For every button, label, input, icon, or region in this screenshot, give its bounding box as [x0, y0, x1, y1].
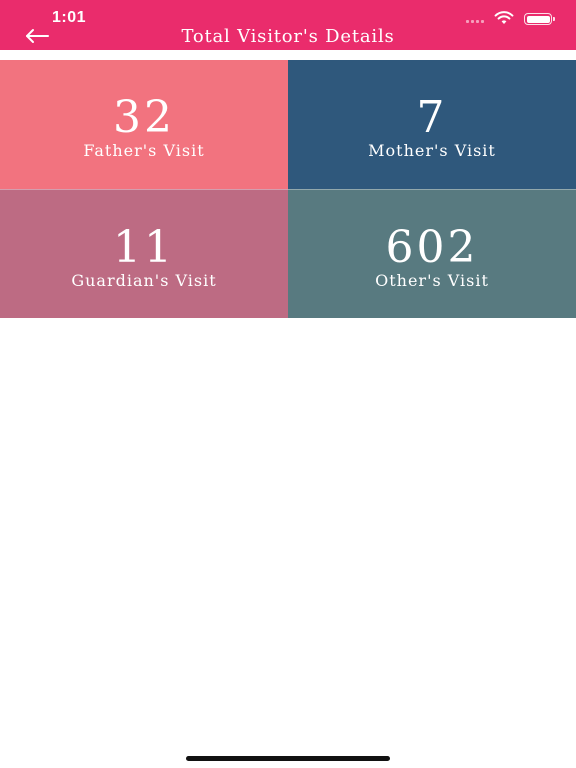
mother-visit-label: Mother's Visit [368, 141, 496, 160]
guardian-visit-count: 11 [113, 222, 175, 273]
guardian-visit-label: Guardian's Visit [71, 271, 217, 290]
home-indicator[interactable] [186, 756, 390, 761]
screen: 1:01 Total Visitor's Details 32 Father's… [0, 0, 576, 768]
other-visit-count: 602 [385, 222, 479, 273]
status-time: 1:01 [52, 9, 87, 26]
battery-fill [526, 15, 550, 23]
other-visit-label: Other's Visit [375, 271, 489, 290]
status-bar: 1:01 [0, 0, 576, 26]
nav-bar: Total Visitor's Details [0, 26, 576, 50]
mother-visit-tile[interactable]: 7 Mother's Visit [288, 60, 576, 189]
mother-visit-count: 7 [416, 92, 448, 143]
other-visit-tile[interactable]: 602 Other's Visit [288, 189, 576, 318]
father-visit-label: Father's Visit [83, 141, 205, 160]
battery-icon [524, 13, 555, 25]
page-title: Total Visitor's Details [181, 26, 395, 47]
signal-icon [466, 15, 484, 23]
guardian-visit-tile[interactable]: 11 Guardian's Visit [0, 189, 288, 318]
header-spacer [0, 50, 576, 60]
status-icons [466, 10, 555, 26]
father-visit-tile[interactable]: 32 Father's Visit [0, 60, 288, 189]
visitor-grid: 32 Father's Visit 7 Mother's Visit 11 Gu… [0, 60, 576, 318]
father-visit-count: 32 [113, 92, 175, 143]
